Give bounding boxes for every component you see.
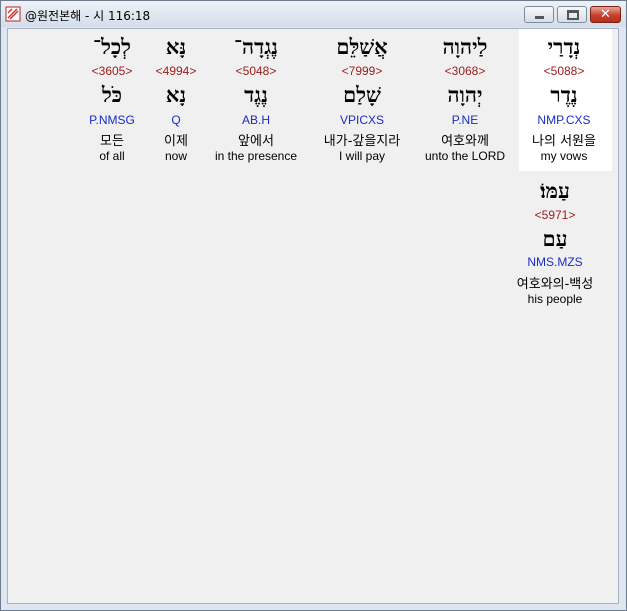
morphology-code[interactable]: AB.H bbox=[242, 113, 270, 127]
hebrew-word: נֶגְדָה־ bbox=[234, 34, 278, 59]
minimize-icon bbox=[535, 16, 544, 19]
hebrew-lemma: נָא bbox=[165, 82, 187, 107]
window-title: @원전본해 - 시 116:18 bbox=[25, 9, 151, 23]
hebrew-word: לַיהוָה bbox=[442, 34, 488, 59]
english-gloss: in the presence bbox=[214, 149, 298, 163]
english-gloss: his people bbox=[527, 292, 583, 306]
korean-gloss: 모든 bbox=[100, 134, 124, 149]
strong-number[interactable]: <5971> bbox=[535, 208, 576, 222]
hebrew-lemma: כֹּל bbox=[101, 82, 123, 107]
strong-number[interactable]: <4994> bbox=[156, 64, 197, 78]
hebrew-lemma: עַם bbox=[542, 226, 568, 251]
main-window: @원전본해 - 시 116:18 ✕ נְדָרַי <5088> נֶדֶר … bbox=[0, 0, 627, 611]
hebrew-lemma: יְהוָה bbox=[447, 82, 483, 107]
korean-gloss: 이제 bbox=[164, 134, 188, 149]
english-gloss: now bbox=[164, 149, 188, 163]
hebrew-word: אֲשַׁלֵּם bbox=[336, 34, 388, 59]
hebrew-word: לְכָל־ bbox=[93, 34, 131, 59]
title-bar[interactable]: @원전본해 - 시 116:18 ✕ bbox=[1, 1, 626, 27]
english-gloss: of all bbox=[99, 149, 125, 163]
korean-gloss: 앞에서 bbox=[238, 134, 274, 149]
app-logo-icon bbox=[5, 6, 21, 22]
korean-gloss: 여호와께 bbox=[441, 134, 489, 149]
morphology-code[interactable]: P.NE bbox=[452, 113, 478, 127]
morphology-code[interactable]: Q bbox=[171, 113, 180, 127]
korean-gloss: 여호와의-백성 bbox=[516, 277, 594, 292]
hebrew-lemma: נֶדֶר bbox=[550, 82, 578, 107]
english-gloss: my vows bbox=[540, 149, 588, 163]
morphology-code[interactable]: NMP.CXS bbox=[537, 113, 590, 127]
maximize-icon bbox=[567, 10, 579, 20]
morphology-code[interactable]: VPICXS bbox=[340, 113, 384, 127]
korean-gloss: 나의 서원을 bbox=[532, 134, 596, 149]
hebrew-word: נְדָרַי bbox=[547, 34, 581, 59]
morphology-code[interactable]: P.NMSG bbox=[89, 113, 135, 127]
strong-number[interactable]: <3605> bbox=[92, 64, 133, 78]
close-button[interactable]: ✕ bbox=[590, 6, 621, 23]
morphology-code[interactable]: NMS.MZS bbox=[527, 255, 582, 269]
hebrew-word: נָּא bbox=[165, 34, 187, 59]
strong-number[interactable]: <5088> bbox=[544, 64, 585, 78]
close-icon: ✕ bbox=[600, 7, 611, 22]
strong-number[interactable]: <5048> bbox=[236, 64, 277, 78]
interlinear-panel: נְדָרַי <5088> נֶדֶר NMP.CXS 나의 서원을 my v… bbox=[7, 28, 619, 604]
strong-number[interactable]: <3068> bbox=[445, 64, 486, 78]
english-gloss: I will pay bbox=[338, 149, 386, 163]
hebrew-lemma: שָׁלַם bbox=[343, 82, 381, 107]
english-gloss: unto the LORD bbox=[424, 149, 506, 163]
maximize-button[interactable] bbox=[557, 6, 587, 23]
hebrew-lemma: נֶגֶד bbox=[244, 82, 268, 107]
strong-number[interactable]: <7999> bbox=[342, 64, 383, 78]
hebrew-word: עַמּוֹ׃ bbox=[540, 178, 570, 203]
korean-gloss: 내가-갚을지라 bbox=[323, 134, 401, 149]
minimize-button[interactable] bbox=[524, 6, 554, 23]
